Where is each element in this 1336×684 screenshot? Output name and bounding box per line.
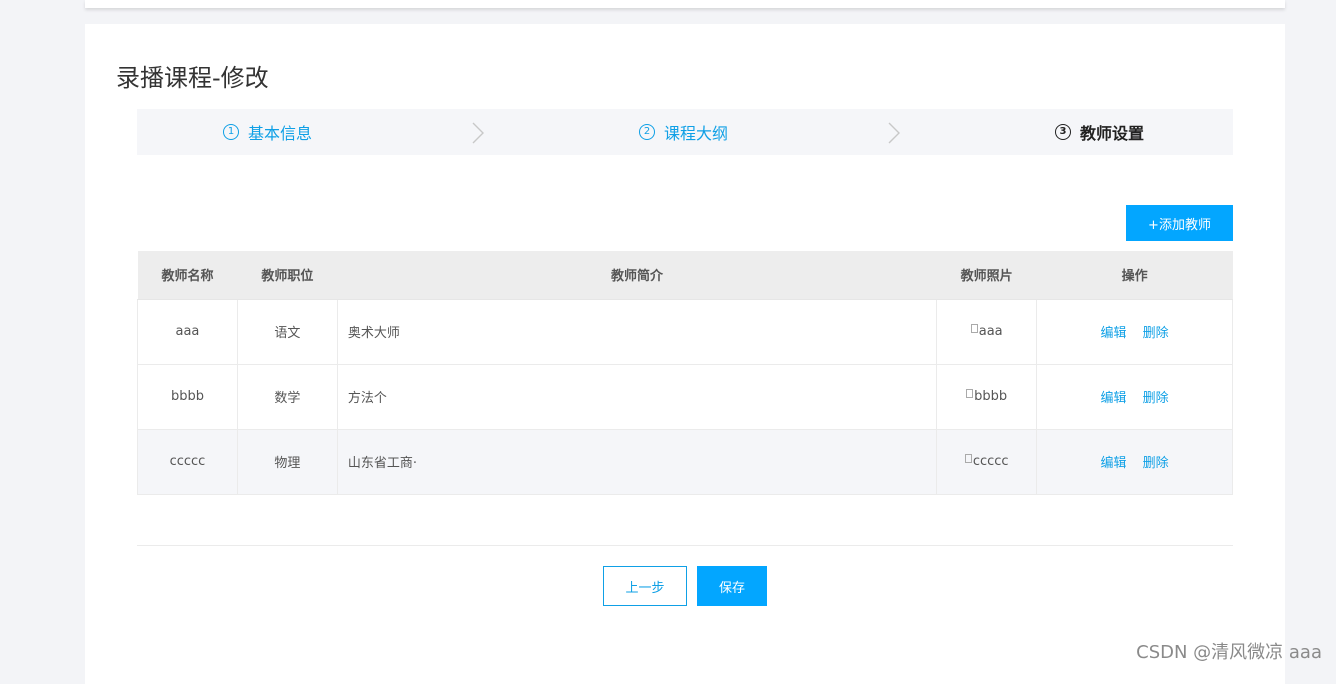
step-label-1: 基本信息 [248,124,313,143]
broken-image-icon [964,453,972,463]
header-teacher-name: 教师名称 [137,251,238,300]
header-actions: 操作 [1036,251,1233,300]
header-teacher-position: 教师职位 [237,251,338,300]
main-card: 录播课程-修改 1 基本信息 2 课程大纲 3 教师设置 +添加教师 教师名称 … [85,24,1285,684]
cell-teacher-photo: ccccc [936,428,1038,495]
cell-teacher-name: aaa [137,298,238,365]
cell-actions: 编辑 删除 [1036,363,1233,430]
table-row: bbbb 数学 方法个 bbbb 编辑 删除 [137,363,1233,430]
teacher-photo: ccccc [964,453,1009,469]
teacher-photo: bbbb [966,388,1008,404]
teacher-table: 教师名称 教师职位 教师简介 教师照片 操作 aaa 语文 奥术大师 aaa 编… [137,251,1233,495]
step-number-1: 1 [223,124,239,140]
cell-teacher-position: 物理 [236,428,338,495]
top-card [85,0,1285,8]
teacher-photo-alt: bbbb [974,388,1008,404]
cell-actions: 编辑 删除 [1036,428,1233,495]
cell-teacher-intro: 奥术大师 [336,298,938,365]
prev-step-button[interactable]: 上一步 [603,566,687,606]
step-label-3: 教师设置 [1080,124,1145,143]
header-teacher-photo: 教师照片 [936,251,1037,300]
header-teacher-intro: 教师简介 [337,251,937,300]
delete-link[interactable]: 删除 [1143,326,1169,341]
steps-bar: 1 基本信息 2 课程大纲 3 教师设置 [137,109,1233,155]
chevron-right-icon [888,122,900,144]
delete-link[interactable]: 删除 [1143,456,1169,471]
teacher-photo-alt: aaa [978,323,1003,339]
save-button[interactable]: 保存 [697,566,767,606]
edit-link[interactable]: 编辑 [1100,326,1126,341]
table-header-row: 教师名称 教师职位 教师简介 教师照片 操作 [137,251,1233,300]
step-course-outline[interactable]: 2 课程大纲 [639,109,728,155]
cell-teacher-photo: aaa [936,298,1038,365]
watermark: CSDN @清风微凉 aaa [1136,642,1322,663]
cell-teacher-intro: 山东省工商· [336,428,938,495]
page-title: 录播课程-修改 [116,64,269,92]
teacher-photo: aaa [970,323,1003,339]
cell-teacher-name: ccccc [137,428,238,495]
cell-teacher-position: 语文 [236,298,338,365]
table-row: aaa 语文 奥术大师 aaa 编辑 删除 [137,298,1233,365]
cell-teacher-name: bbbb [137,363,238,430]
edit-link[interactable]: 编辑 [1100,456,1126,471]
chevron-right-icon [472,122,484,144]
delete-link[interactable]: 删除 [1143,391,1169,406]
step-teacher-settings[interactable]: 3 教师设置 [1055,109,1144,155]
add-teacher-button[interactable]: +添加教师 [1126,205,1233,241]
footer-divider [137,545,1233,546]
cell-teacher-photo: bbbb [936,363,1038,430]
edit-link[interactable]: 编辑 [1100,391,1126,406]
broken-image-icon [966,388,974,398]
step-number-3: 3 [1055,124,1071,140]
step-basic-info[interactable]: 1 基本信息 [223,109,312,155]
cell-teacher-position: 数学 [236,363,338,430]
step-number-2: 2 [639,124,655,140]
cell-actions: 编辑 删除 [1036,298,1233,365]
cell-teacher-intro: 方法个 [336,363,938,430]
table-row: ccccc 物理 山东省工商· ccccc 编辑 删除 [137,428,1233,495]
step-label-2: 课程大纲 [664,124,729,143]
broken-image-icon [970,323,978,333]
teacher-photo-alt: ccccc [972,453,1009,469]
